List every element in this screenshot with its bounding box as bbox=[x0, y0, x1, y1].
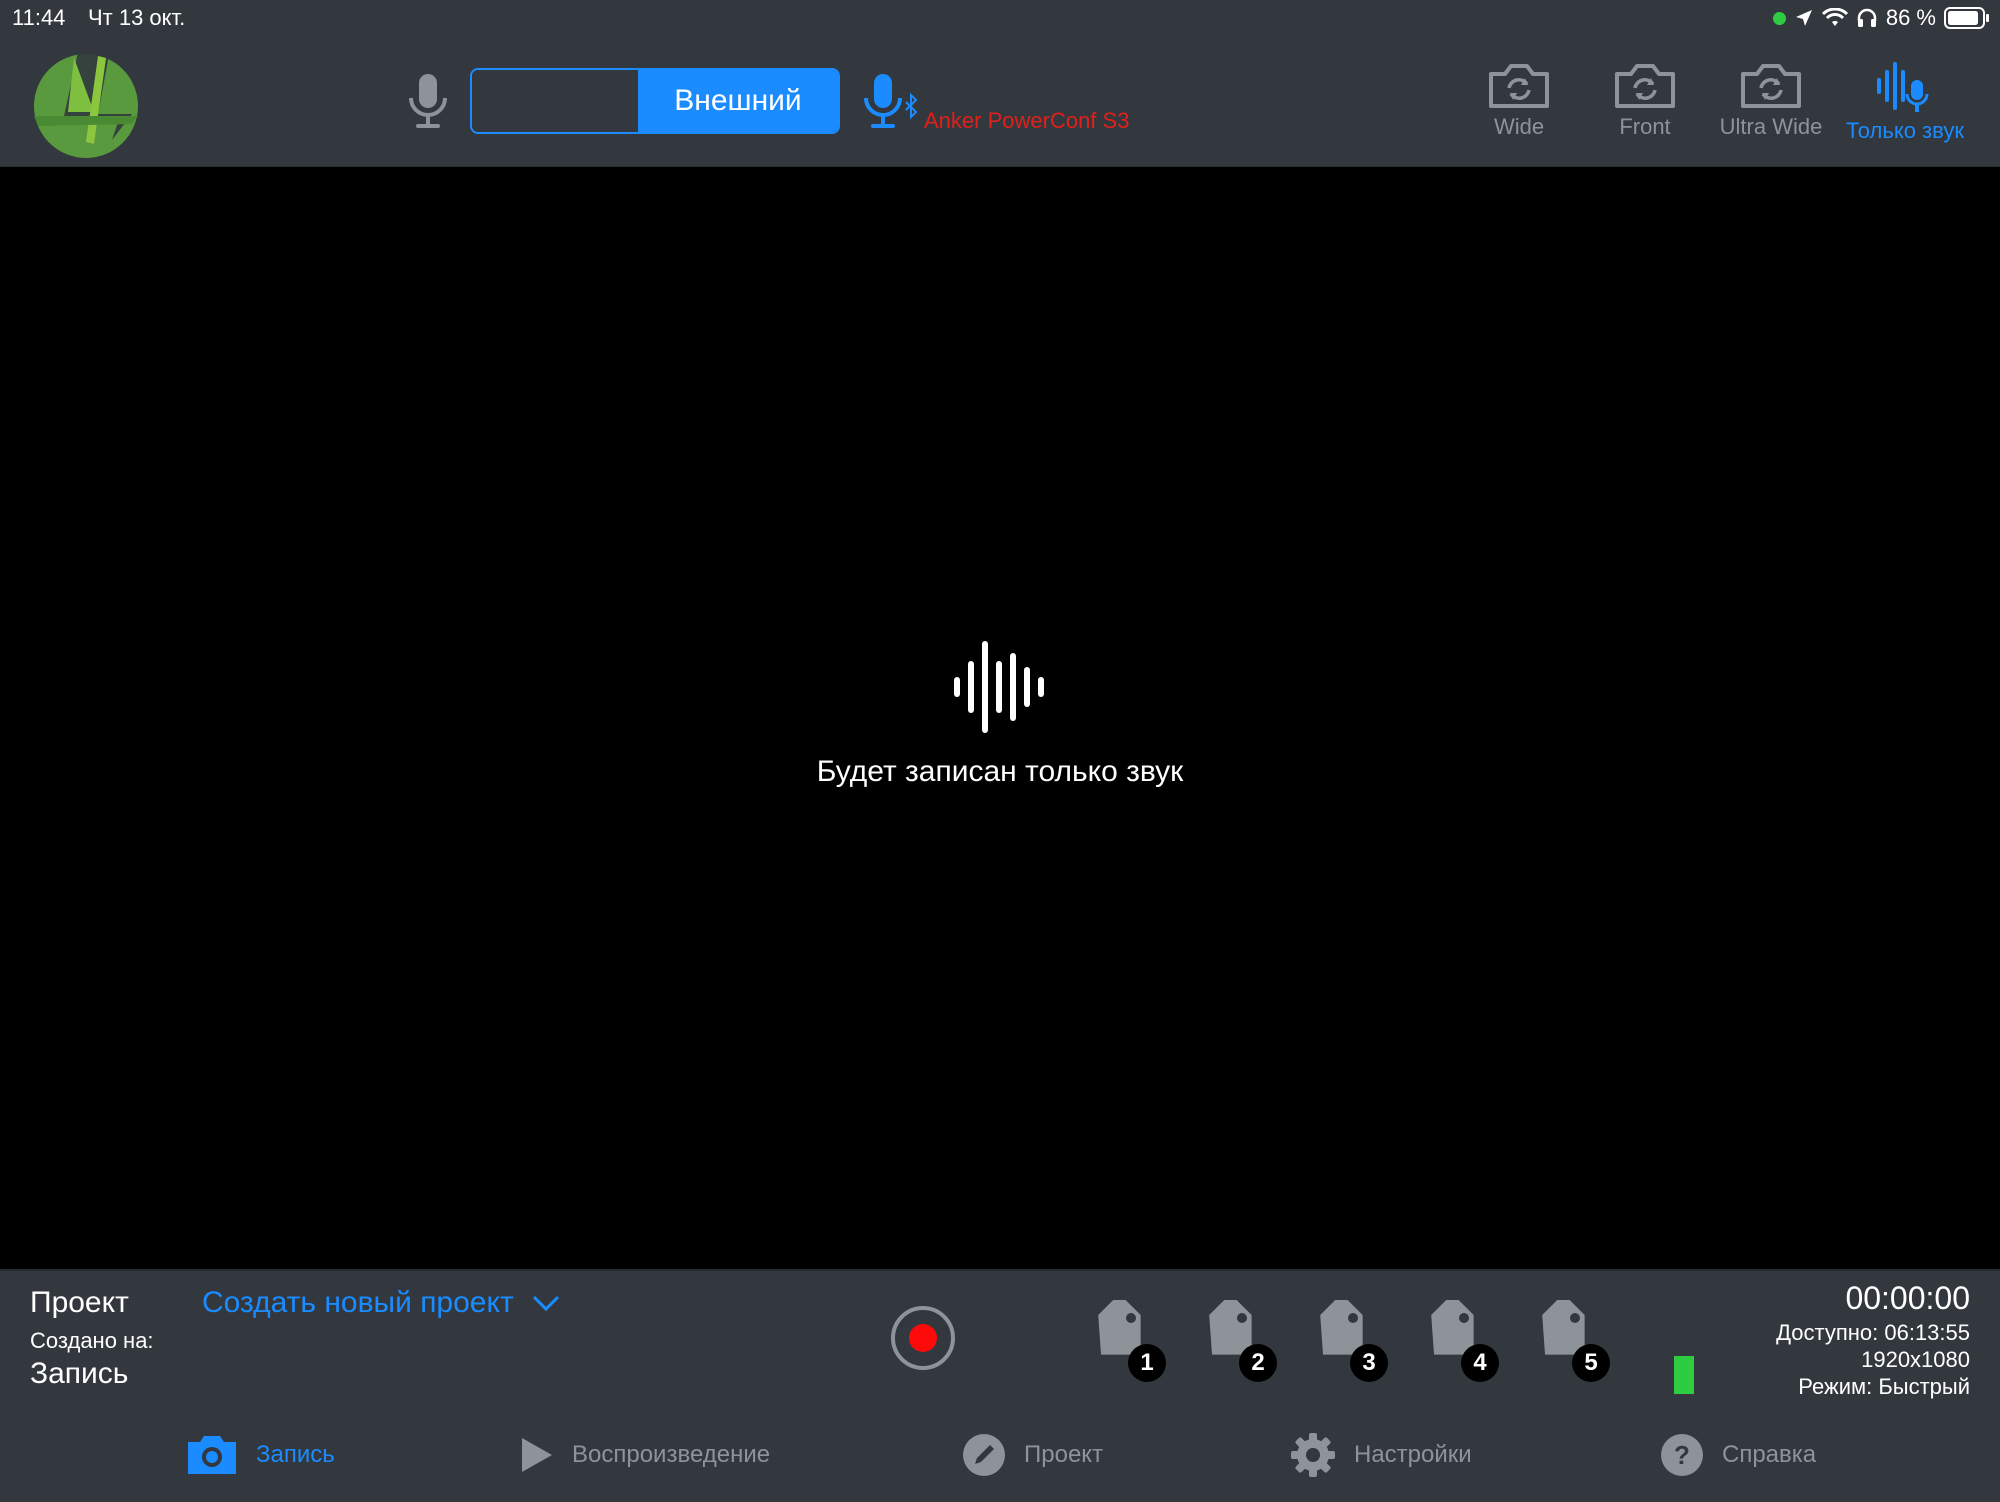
help-icon: ? bbox=[1661, 1434, 1703, 1476]
tag-number: 3 bbox=[1350, 1344, 1388, 1382]
camera-switch-icon bbox=[1741, 64, 1801, 108]
nav-tab-label: Проект bbox=[1024, 1441, 1104, 1468]
svg-text:?: ? bbox=[1674, 1440, 1690, 1470]
segment-external[interactable]: Внешний bbox=[638, 70, 838, 132]
tag-number: 4 bbox=[1461, 1344, 1499, 1382]
nav-tab-settings[interactable]: Настройки bbox=[1290, 1425, 1472, 1485]
created-on-value: Запись bbox=[30, 1357, 129, 1390]
camera-switch-icon bbox=[1489, 64, 1549, 108]
camera-icon bbox=[188, 1436, 236, 1474]
wifi-icon bbox=[1821, 8, 1848, 26]
tag-number: 5 bbox=[1572, 1344, 1610, 1382]
segment-internal[interactable] bbox=[472, 70, 638, 132]
tag-number: 1 bbox=[1128, 1344, 1166, 1382]
pencil-circle-icon bbox=[963, 1434, 1005, 1476]
camera-option-front[interactable]: Front bbox=[1580, 60, 1710, 150]
nav-tab-label: Воспроизведение bbox=[572, 1441, 771, 1468]
battery-percent: 86 % bbox=[1885, 5, 1936, 30]
nav-tab-record[interactable]: Запись bbox=[186, 1425, 335, 1485]
camera-option-label: Только звук bbox=[1846, 118, 1964, 143]
headphones-icon bbox=[1857, 8, 1877, 27]
preview-viewport: Будет записан только звук bbox=[0, 167, 2000, 1269]
tag-button-5[interactable]: 5 bbox=[1530, 1293, 1610, 1390]
tag-button-4[interactable]: 4 bbox=[1419, 1293, 1499, 1390]
nav-tab-project[interactable]: Проект bbox=[962, 1425, 1103, 1485]
record-button[interactable] bbox=[890, 1305, 956, 1371]
camera-option-wide[interactable]: Wide bbox=[1454, 60, 1584, 150]
tag-button-3[interactable]: 3 bbox=[1308, 1293, 1388, 1390]
gear-icon bbox=[1291, 1433, 1335, 1477]
location-arrow-icon bbox=[1795, 10, 1812, 26]
play-icon bbox=[522, 1438, 552, 1472]
timecode: 00:00:00 bbox=[1845, 1280, 1970, 1316]
camera-option-ultra-wide[interactable]: Ultra Wide bbox=[1706, 60, 1836, 150]
external-device-name: Anker PowerConf S3 bbox=[924, 108, 1130, 133]
internal-mic-icon[interactable] bbox=[406, 72, 450, 132]
mic-active-dot-icon bbox=[1772, 11, 1786, 25]
available-time: Доступно: 06:13:55 bbox=[1776, 1320, 1970, 1345]
nav-tab-help[interactable]: ? Справка bbox=[1660, 1425, 1816, 1485]
status-date: Чт 13 окт. bbox=[88, 5, 186, 30]
project-label: Проект bbox=[30, 1286, 129, 1319]
chevron-down-icon bbox=[532, 1295, 559, 1312]
status-indicators: 86 % bbox=[1772, 4, 1990, 32]
nav-tab-label: Справка bbox=[1722, 1441, 1817, 1468]
tag-button-2[interactable]: 2 bbox=[1197, 1293, 1277, 1390]
bluetooth-mic-icon bbox=[864, 74, 918, 128]
created-on-label: Создано на: bbox=[30, 1328, 154, 1353]
nav-tab-playback[interactable]: Воспроизведение bbox=[520, 1425, 770, 1485]
camera-switch-icon bbox=[1615, 64, 1675, 108]
tag-button-1[interactable]: 1 bbox=[1086, 1293, 1166, 1390]
nav-tab-label: Запись bbox=[256, 1441, 335, 1468]
project-selector[interactable]: Создать новый проект bbox=[202, 1286, 560, 1320]
app-logo bbox=[34, 50, 138, 158]
battery-icon bbox=[1944, 7, 1989, 29]
audio-level-meter bbox=[1674, 1356, 1694, 1394]
status-time: 11:44 bbox=[12, 5, 66, 30]
input-source-segmented-control: Внешний bbox=[470, 68, 840, 134]
resolution: 1920x1080 bbox=[1861, 1347, 1970, 1372]
capture-mode: Режим: Быстрый bbox=[1798, 1374, 1970, 1399]
tag-number: 2 bbox=[1239, 1344, 1277, 1382]
project-selector-label: Создать новый проект bbox=[202, 1286, 514, 1319]
nav-tab-label: Настройки bbox=[1354, 1441, 1472, 1468]
status-bar: 11:44 Чт 13 окт. 86 % bbox=[0, 0, 2000, 36]
camera-option-label: Front bbox=[1619, 114, 1671, 139]
waveform-mic-icon bbox=[1877, 62, 1929, 112]
audio-level-fill bbox=[1674, 1356, 1694, 1394]
camera-option-audio-only[interactable]: Только звук bbox=[1840, 60, 1970, 150]
waveform-icon bbox=[954, 641, 1044, 733]
camera-option-label: Ultra Wide bbox=[1719, 114, 1823, 139]
audio-only-message: Будет записан только звук bbox=[816, 755, 1184, 788]
camera-option-label: Wide bbox=[1493, 114, 1545, 139]
